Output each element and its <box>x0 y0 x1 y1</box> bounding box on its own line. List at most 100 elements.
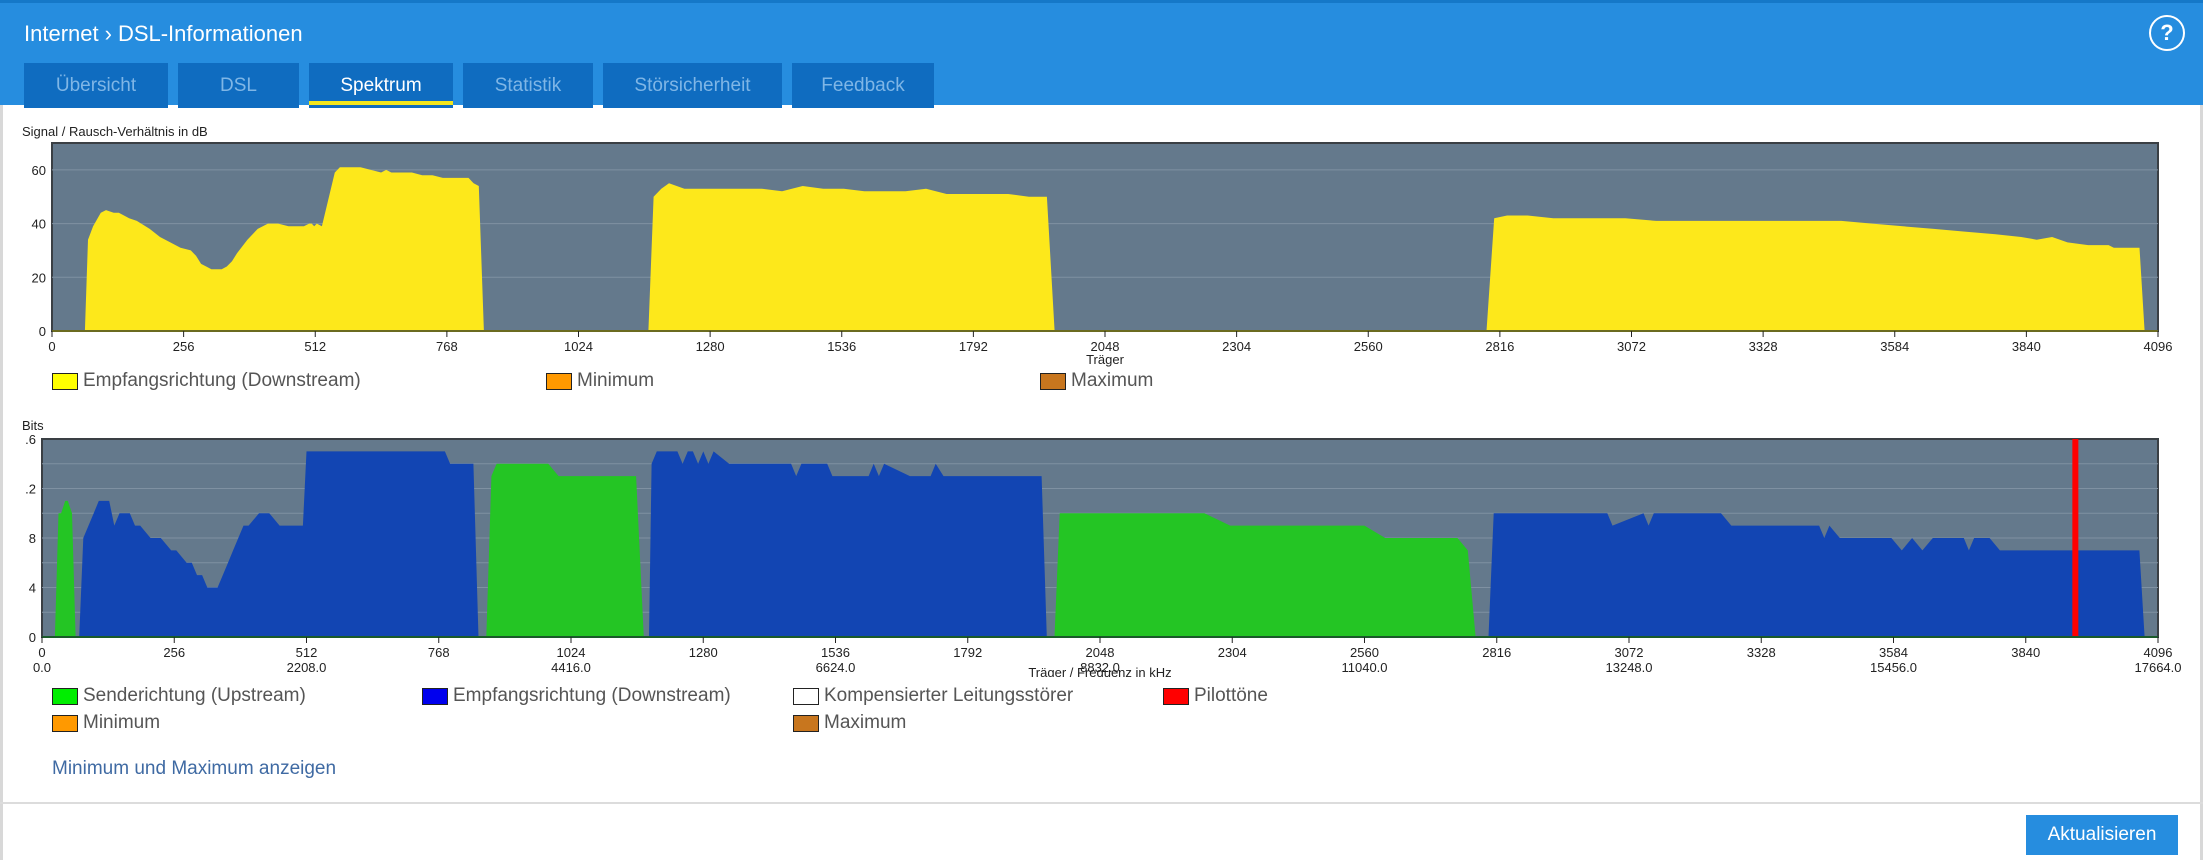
bits-legend-minimum: Minimum <box>52 712 160 734</box>
x-tick-label: 2304 <box>1222 339 1251 354</box>
chevron-right-icon: › <box>104 21 112 46</box>
tab-dsl[interactable]: DSL <box>178 63 299 108</box>
y-tick-label: .2 <box>25 482 36 497</box>
snr-legend-downstream: Empfangsrichtung (Downstream) <box>52 370 361 392</box>
x-tick-label: 3840 <box>2011 645 2040 660</box>
legend-label: Kompensierter Leitungsstörer <box>824 685 1074 706</box>
x-tick-label: 1536 <box>821 645 850 660</box>
breadcrumb-item-dsl-informationen: DSL-Informationen <box>117 21 303 46</box>
x-tick-label: 256 <box>163 645 185 660</box>
y-tick-label: 8 <box>29 531 36 546</box>
help-icon[interactable]: ? <box>2149 15 2185 51</box>
legend-swatch-orange <box>546 372 572 390</box>
legend-swatch-red <box>1163 687 1189 705</box>
snr-chart: 02040600 256 512 768 1024 1280 1536 1792 2048 230… <box>32 142 2173 367</box>
x-tick-label: 2560 <box>1354 339 1383 354</box>
x-axis-label: Träger / Frequenz in kHz <box>1028 665 1171 677</box>
legend-swatch-blue <box>422 687 448 705</box>
bits-legend-maximum: Maximum <box>793 712 906 734</box>
snr-legend-maximum: Maximum <box>1040 370 1153 392</box>
legend-swatch-white <box>793 687 819 705</box>
y-tick-label: 60 <box>32 163 46 178</box>
series-area-senderichtung-upstream <box>486 463 644 637</box>
x-tick-label: 3072 <box>1617 339 1646 354</box>
x-tick-freq-label: 17664.0 <box>2135 660 2182 675</box>
x-tick-label: 3584 <box>1879 645 1908 660</box>
x-tick-label: 2048 <box>1086 645 1115 660</box>
x-tick-label: 2816 <box>1482 645 1511 660</box>
x-tick-label: 1792 <box>959 339 988 354</box>
snr-chart-title: Signal / Rausch-Verhältnis in dB <box>22 124 208 139</box>
legend-label: Minimum <box>577 370 655 391</box>
y-tick-label: 40 <box>32 217 46 232</box>
legend-label: Maximum <box>824 712 907 733</box>
breadcrumb: Internet › DSL-Informationen <box>24 21 303 47</box>
x-tick-label: 1280 <box>689 645 718 660</box>
tab-spektrum[interactable]: Spektrum <box>309 63 453 108</box>
bits-legend-upstream: Senderichtung (Upstream) <box>52 685 306 707</box>
legend-label: Maximum <box>1071 370 1154 391</box>
legend-swatch-yellow <box>52 372 78 390</box>
x-tick-label: 0 <box>38 645 45 660</box>
x-tick-label: 4096 <box>2144 339 2173 354</box>
x-tick-label: 1536 <box>827 339 856 354</box>
x-tick-label: 3328 <box>1749 339 1778 354</box>
legend-swatch-orange <box>52 714 78 732</box>
legend-label: Empfangsrichtung (Downstream) <box>83 370 361 391</box>
x-tick-freq-label: 11040.0 <box>1341 660 1387 675</box>
tab-bar: Übersicht DSL Spektrum Statistik Störsic… <box>24 63 934 108</box>
y-tick-label: 0 <box>29 630 36 645</box>
legend-label: Pilottöne <box>1194 685 1268 706</box>
pilot-tone-bar <box>2072 439 2079 637</box>
x-axis-label: Träger <box>1086 352 1124 367</box>
legend-label: Empfangsrichtung (Downstream) <box>453 685 731 706</box>
x-tick-label: 4096 <box>2144 645 2173 660</box>
bits-legend-pilot: Pilottöne <box>1163 685 1268 707</box>
tab-uebersicht[interactable]: Übersicht <box>24 63 168 108</box>
x-tick-label: 256 <box>173 339 195 354</box>
x-tick-freq-label: 4416.0 <box>551 660 591 675</box>
page-frame <box>0 0 2203 860</box>
show-min-max-link[interactable]: Minimum und Maximum anzeigen <box>52 758 336 780</box>
series-area-empfangsrichtung-downstream <box>648 183 1055 331</box>
x-tick-label: 2560 <box>1350 645 1379 660</box>
series-area-empfangsrichtung-downstream <box>649 451 1047 637</box>
bits-legend-downstream: Empfangsrichtung (Downstream) <box>422 685 731 707</box>
tab-statistik[interactable]: Statistik <box>463 63 593 108</box>
refresh-button[interactable]: Aktualisieren <box>2026 815 2178 855</box>
x-tick-freq-label: 2208.0 <box>287 660 327 675</box>
x-tick-label: 1024 <box>564 339 593 354</box>
x-tick-label: 3840 <box>2012 339 2041 354</box>
header: Internet › DSL-Informationen ? Übersicht… <box>0 0 2203 108</box>
x-tick-label: 1280 <box>696 339 725 354</box>
x-tick-label: 2304 <box>1218 645 1247 660</box>
legend-label: Minimum <box>83 712 161 733</box>
legend-swatch-green <box>52 687 78 705</box>
x-tick-label: 3328 <box>1747 645 1776 660</box>
x-tick-label: 3072 <box>1615 645 1644 660</box>
tab-stoersicherheit[interactable]: Störsicherheit <box>603 63 782 108</box>
x-tick-label: 2816 <box>1485 339 1514 354</box>
y-tick-label: .6 <box>25 432 36 447</box>
breadcrumb-item-internet[interactable]: Internet <box>24 21 99 47</box>
y-tick-label: 20 <box>32 270 46 285</box>
x-tick-label: 1024 <box>557 645 586 660</box>
tab-feedback[interactable]: Feedback <box>792 63 934 108</box>
x-tick-freq-label: 13248.0 <box>1606 660 1653 675</box>
x-tick-label: 768 <box>428 645 450 660</box>
x-tick-freq-label: 15456.0 <box>1870 660 1917 675</box>
x-tick-freq-label: 6624.0 <box>816 660 856 675</box>
x-tick-label: 0 <box>48 339 55 354</box>
bits-chart-title: Bits <box>22 418 44 433</box>
legend-swatch-brown <box>1040 372 1066 390</box>
x-tick-label: 512 <box>304 339 326 354</box>
bits-legend-compensated: Kompensierter Leitungsstörer <box>793 685 1073 707</box>
snr-legend-minimum: Minimum <box>546 370 654 392</box>
bits-chart: .6.284000.0256 5122208.0768 10244416.01280… <box>25 432 2182 677</box>
x-tick-label: 768 <box>436 339 458 354</box>
x-tick-freq-label: 0.0 <box>33 660 51 675</box>
legend-label: Senderichtung (Upstream) <box>83 685 306 706</box>
x-tick-label: 512 <box>296 645 318 660</box>
x-tick-label: 3584 <box>1880 339 1909 354</box>
y-tick-label: 4 <box>29 581 36 596</box>
